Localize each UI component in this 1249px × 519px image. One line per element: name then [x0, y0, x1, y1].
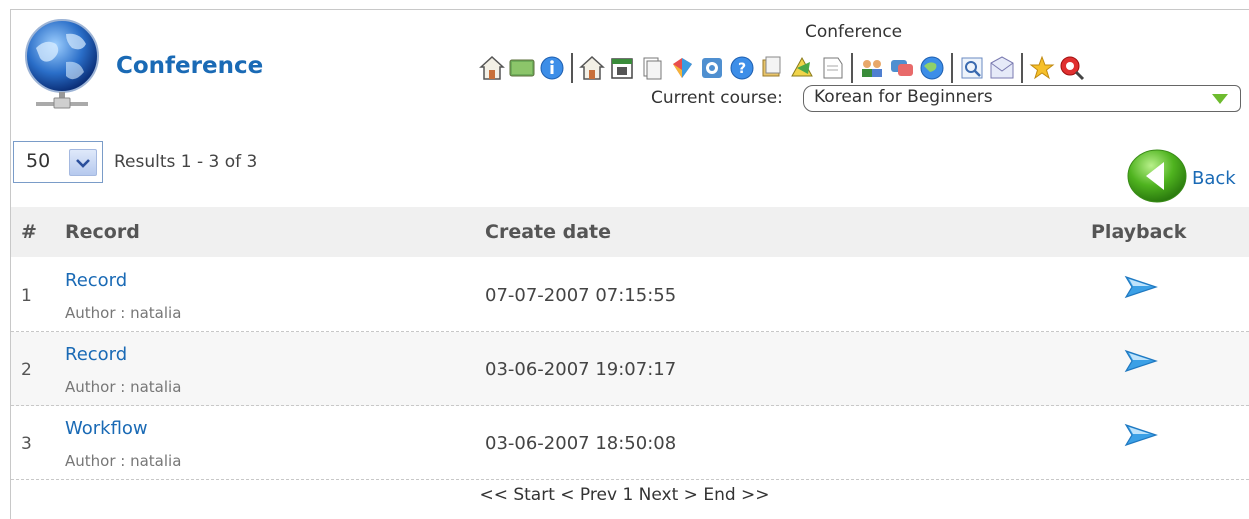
- table-row: 2 Record Author : natalia 03-06-2007 19:…: [11, 332, 1249, 406]
- conference-globe-icon: [22, 18, 102, 114]
- help-icon[interactable]: ?: [728, 54, 756, 82]
- pager-current-page: 1: [622, 485, 634, 505]
- record-link[interactable]: Record: [65, 344, 127, 365]
- exercises-icon[interactable]: [788, 54, 816, 82]
- row-number: 2: [21, 360, 32, 380]
- record-link[interactable]: Workflow: [65, 418, 148, 439]
- record-author: Author : natalia: [65, 378, 182, 396]
- pager-start-link[interactable]: << Start: [479, 485, 554, 505]
- record-date: 03-06-2007 19:07:17: [485, 359, 677, 380]
- results-count: Results 1 - 3 of 3: [114, 152, 258, 172]
- calendar-icon[interactable]: [608, 54, 636, 82]
- logout-icon[interactable]: [1058, 54, 1086, 82]
- course-label: Current course:: [651, 88, 783, 108]
- chevron-down-icon: [1212, 94, 1228, 104]
- table-row: 3 Workflow Author : natalia 03-06-2007 1…: [11, 406, 1249, 480]
- row-number: 3: [21, 434, 32, 454]
- back-button[interactable]: Back: [1126, 148, 1236, 204]
- pager-end-link[interactable]: End >>: [703, 485, 769, 505]
- course-home-icon[interactable]: [578, 54, 606, 82]
- course-select[interactable]: Korean for Beginners: [803, 85, 1241, 112]
- chat-icon[interactable]: [888, 54, 916, 82]
- toolbar-separator: [1021, 53, 1023, 83]
- app-title: Conference: [116, 53, 264, 79]
- links-icon[interactable]: [668, 54, 696, 82]
- play-icon[interactable]: [1124, 422, 1158, 448]
- course-select-value: Korean for Beginners: [814, 87, 993, 107]
- record-date: 03-06-2007 18:50:08: [485, 433, 677, 454]
- assignments-icon[interactable]: [698, 54, 726, 82]
- play-icon[interactable]: [1124, 274, 1158, 300]
- row-number: 1: [21, 286, 32, 306]
- toolbar-separator: [851, 53, 853, 83]
- search-icon[interactable]: [958, 54, 986, 82]
- web-icon[interactable]: [918, 54, 946, 82]
- toolbar-title: Conference: [805, 22, 903, 42]
- record-date: 07-07-2007 07:15:55: [485, 285, 677, 306]
- chevron-down-icon[interactable]: [69, 149, 97, 176]
- pager-next-link[interactable]: Next >: [639, 485, 698, 505]
- home-icon[interactable]: [478, 54, 506, 82]
- announcements-icon[interactable]: [758, 54, 786, 82]
- header-playback: Playback: [1091, 221, 1187, 243]
- message-icon[interactable]: [988, 54, 1016, 82]
- table-row: 1 Record Author : natalia 07-07-2007 07:…: [11, 258, 1249, 332]
- chalkboard-icon[interactable]: [508, 54, 536, 82]
- pagination: << Start < Prev 1 Next > End >>: [0, 485, 1249, 505]
- pager-prev-link[interactable]: < Prev: [560, 485, 617, 505]
- header-record: Record: [65, 221, 140, 243]
- svg-text:?: ?: [738, 61, 746, 77]
- favorite-icon[interactable]: [1028, 54, 1056, 82]
- toolbar-separator: [951, 53, 953, 83]
- back-arrow-icon: [1127, 149, 1187, 203]
- per-page-select[interactable]: 50: [13, 141, 103, 183]
- users-icon[interactable]: [858, 54, 886, 82]
- header-create-date: Create date: [485, 221, 611, 243]
- documents-icon[interactable]: [638, 54, 666, 82]
- record-link[interactable]: Record: [65, 270, 127, 291]
- notes-icon[interactable]: [818, 54, 846, 82]
- per-page-value: 50: [26, 150, 51, 172]
- tool-icons-bar: ?: [478, 50, 1086, 86]
- table-header: # Record Create date Playback: [11, 207, 1249, 257]
- play-icon[interactable]: [1124, 348, 1158, 374]
- header-num: #: [21, 221, 37, 243]
- back-label: Back: [1192, 167, 1236, 189]
- record-author: Author : natalia: [65, 304, 182, 322]
- toolbar-separator: [571, 53, 573, 83]
- record-author: Author : natalia: [65, 452, 182, 470]
- info-icon[interactable]: [538, 54, 566, 82]
